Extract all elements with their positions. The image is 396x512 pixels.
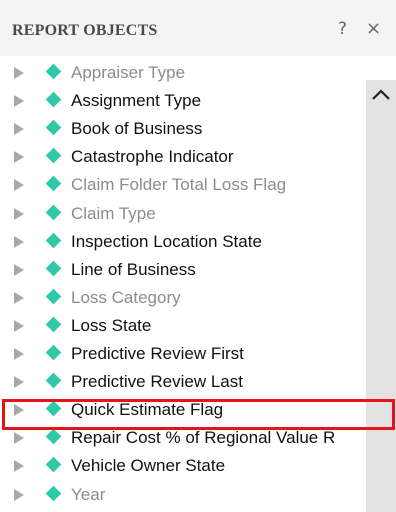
list-item-label: Predictive Review First (71, 344, 244, 363)
scroll-up-button[interactable] (368, 84, 394, 106)
panel-title: REPORT OBJECTS (12, 22, 158, 39)
dimension-diamond-icon (45, 456, 62, 473)
dimension-diamond-icon (45, 91, 62, 108)
list-item[interactable]: Claim Type (0, 200, 366, 228)
dimension-diamond-icon (45, 232, 62, 249)
expand-arrow-icon[interactable] (14, 264, 24, 276)
dimension-diamond-icon (45, 204, 62, 221)
expand-arrow-icon[interactable] (14, 348, 24, 360)
expand-arrow-icon[interactable] (14, 179, 24, 191)
expand-arrow-icon[interactable] (14, 432, 24, 444)
expand-arrow-icon[interactable] (14, 489, 24, 501)
dimension-diamond-icon (45, 428, 62, 445)
dimension-diamond-icon (45, 119, 62, 136)
panel-header: REPORT OBJECTS ? × (0, 0, 396, 56)
list-item[interactable]: Predictive Review First (0, 340, 366, 368)
expand-arrow-icon[interactable] (14, 320, 24, 332)
list-item-label: Loss State (71, 316, 152, 335)
dimension-diamond-icon (45, 485, 62, 502)
help-button[interactable]: ? (338, 20, 347, 38)
expand-arrow-icon[interactable] (14, 95, 24, 107)
list-item-label: Assignment Type (71, 91, 202, 110)
dimension-diamond-icon (45, 372, 62, 389)
list-item[interactable]: Appraiser Type (0, 59, 366, 87)
expand-arrow-icon[interactable] (14, 460, 24, 472)
list-item[interactable]: Inspection Location State (0, 228, 366, 256)
list-item[interactable]: Year (0, 481, 366, 509)
expand-arrow-icon[interactable] (14, 236, 24, 248)
list-item[interactable]: Claim Folder Total Loss Flag (0, 171, 366, 199)
dimension-diamond-icon (45, 288, 62, 305)
list-item[interactable]: Quick Estimate Flag (0, 396, 366, 424)
list-item[interactable]: Repair Cost % of Regional Value R (0, 424, 366, 452)
list-item[interactable]: Assignment Type (0, 87, 366, 115)
dimension-diamond-icon (45, 400, 62, 417)
expand-arrow-icon[interactable] (14, 123, 24, 135)
list-item-label: Year (71, 485, 106, 504)
list-item[interactable]: Line of Business (0, 256, 366, 284)
expand-arrow-icon[interactable] (14, 404, 24, 416)
list-item[interactable]: Book of Business (0, 115, 366, 143)
expand-arrow-icon[interactable] (14, 67, 24, 79)
dimension-diamond-icon (45, 316, 62, 333)
list-item-label: Predictive Review Last (71, 372, 243, 391)
list-item-label: Loss Category (71, 288, 181, 307)
expand-arrow-icon[interactable] (14, 151, 24, 163)
list-item-label: Book of Business (71, 119, 203, 138)
dimension-diamond-icon (45, 260, 62, 277)
list-item[interactable]: Vehicle Owner State (0, 452, 366, 480)
dimension-diamond-icon (45, 147, 62, 164)
list-item-label: Catastrophe Indicator (71, 147, 234, 166)
list-item-label: Inspection Location State (71, 232, 262, 251)
list-item[interactable]: Catastrophe Indicator (0, 143, 366, 171)
list-item[interactable]: Loss State (0, 312, 366, 340)
dimension-diamond-icon (45, 63, 62, 80)
expand-arrow-icon[interactable] (14, 208, 24, 220)
list-item[interactable]: Loss Category (0, 284, 366, 312)
list-item-label: Quick Estimate Flag (71, 400, 224, 419)
list-item-label: Line of Business (71, 260, 196, 279)
report-objects-panel: REPORT OBJECTS ? × Appraiser Type Assignm… (0, 0, 396, 512)
dimension-diamond-icon (45, 344, 62, 361)
list-item-label: Vehicle Owner State (71, 456, 226, 475)
list-item[interactable]: Predictive Review Last (0, 368, 366, 396)
list-item-label: Claim Folder Total Loss Flag (71, 175, 287, 194)
chevron-up-icon (372, 89, 390, 100)
list-item-label: Appraiser Type (71, 63, 186, 82)
list-item-label: Claim Type (71, 204, 156, 223)
close-button[interactable]: × (366, 20, 381, 38)
list-item-label: Repair Cost % of Regional Value R (71, 428, 336, 447)
dimension-diamond-icon (45, 175, 62, 192)
vertical-scrollbar[interactable] (366, 80, 396, 512)
expand-arrow-icon[interactable] (14, 376, 24, 388)
expand-arrow-icon[interactable] (14, 292, 24, 304)
